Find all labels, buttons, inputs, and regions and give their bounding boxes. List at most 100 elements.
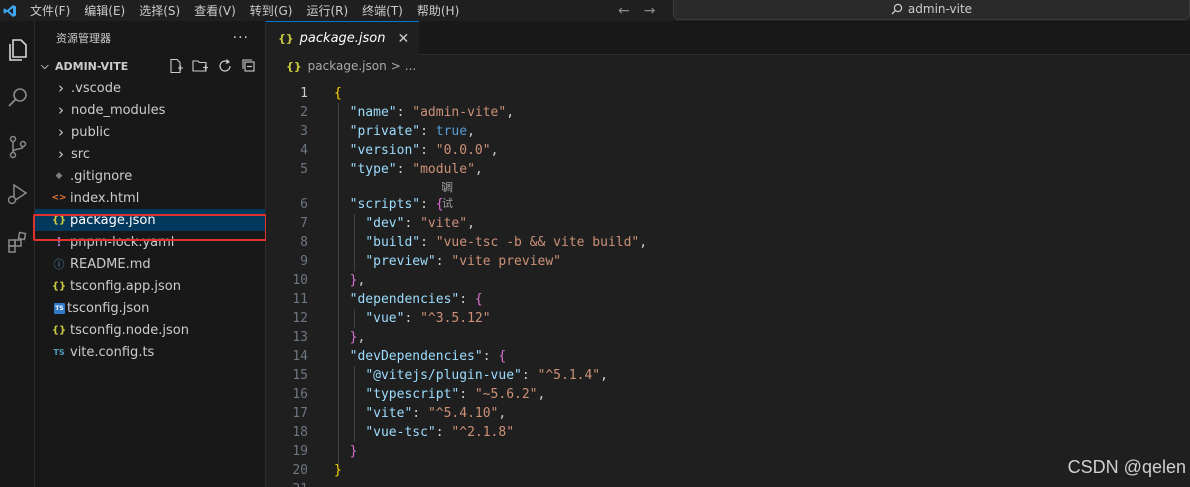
tree-file[interactable]: TS tsconfig.json [35, 297, 265, 319]
tree-folder-public[interactable]: › public [35, 121, 265, 143]
extensions-icon[interactable] [0, 227, 35, 257]
collapse-all-icon[interactable] [241, 58, 257, 74]
code-line: 5 "type": "module", [300, 162, 483, 177]
more-actions-icon[interactable]: ··· [233, 30, 249, 46]
typescript-file-icon: TS [53, 347, 65, 357]
codelens-debug[interactable]: ▷ 调试 [266, 179, 1190, 210]
code-line: 14 "devDependencies": { [292, 349, 507, 364]
menu-item[interactable]: 选择(S) [139, 2, 180, 19]
menu-item[interactable]: 帮助(H) [417, 2, 459, 19]
nav-arrows: ← → [618, 0, 655, 21]
tree-item-label: .gitignore [70, 168, 133, 184]
tree-item-label: tsconfig.app.json [70, 278, 181, 294]
code-line: 3 "private": true, [300, 124, 475, 139]
breadcrumb-file[interactable]: package.json [308, 59, 387, 73]
code-line: 8 "build": "vue-tsc -b && vite build", [300, 235, 648, 250]
activity-bar [0, 21, 35, 487]
breadcrumb: {} package.json > ... [266, 55, 1190, 77]
file-tree: › .vscode › node_modules › public › src ◆ .gitign… [35, 77, 265, 363]
source-control-icon[interactable] [0, 132, 35, 162]
command-center-text: admin-vite [907, 2, 973, 16]
json-file-icon: {} [278, 32, 294, 45]
editor-area: {} package.json ✕ {} package.json > ... … [266, 21, 1190, 487]
explorer-title: 资源管理器 [56, 32, 111, 45]
new-file-icon[interactable] [168, 58, 184, 74]
code-line: 21 [266, 480, 1190, 487]
tree-item-label: package.json [70, 212, 156, 228]
back-arrow-icon[interactable]: ← [618, 3, 630, 19]
code-line: 17 "vite": "^5.4.10", [292, 406, 507, 421]
tree-folder-src[interactable]: › src [35, 143, 265, 165]
code-line: 16 "typescript": "~5.6.2", [292, 387, 546, 402]
tree-folder-vscode[interactable]: › .vscode [35, 77, 265, 99]
tree-item-label: .vscode [71, 80, 121, 96]
close-tab-icon[interactable]: ✕ [398, 31, 410, 47]
code-line: 2 "name": "admin-vite", [300, 105, 515, 120]
code-line: 9 "preview": "vite preview" [300, 254, 561, 269]
refresh-icon[interactable] [217, 58, 233, 74]
menu-item[interactable]: 查看(V) [194, 2, 236, 19]
tree-file[interactable]: TS vite.config.ts [35, 341, 265, 363]
tree-item-label: pnpm-lock.yaml [70, 234, 175, 250]
tree-file[interactable]: ⓘ README.md [35, 253, 265, 275]
chevron-down-icon: ⌵ [41, 60, 49, 72]
tree-file[interactable]: {} package.json [35, 209, 265, 231]
tsconfig-file-icon: TS [54, 302, 65, 314]
tree-file[interactable]: {} tsconfig.app.json [35, 275, 265, 297]
menu-item[interactable]: 运行(R) [306, 2, 348, 19]
json-file-icon: {} [51, 214, 67, 226]
breadcrumb-rest[interactable]: ... [405, 59, 416, 73]
tree-item-label: vite.config.ts [70, 344, 155, 360]
watermark: CSDN @qelen [1067, 457, 1186, 477]
tree-item-label: node_modules [71, 102, 166, 118]
vscode-logo-icon[interactable] [0, 0, 20, 21]
tree-folder-nodemodules[interactable]: › node_modules [35, 99, 265, 121]
code-line: 15 "@vitejs/plugin-vue": "^5.1.4", [292, 368, 608, 383]
chevron-right-icon: › [58, 145, 64, 163]
folder-actions [168, 58, 257, 74]
tab-label: package.json [299, 31, 386, 46]
code-line: 6 "scripts": { [300, 197, 444, 212]
workspace-folder-label: ADMIN-VITE [55, 59, 129, 73]
code-line: 12 "vue": "^3.5.12" [292, 311, 491, 326]
chevron-right-icon: › [58, 101, 64, 119]
json-file-icon: {} [51, 324, 67, 336]
search-sidebar-icon[interactable] [0, 83, 35, 113]
forward-arrow-icon[interactable]: → [644, 3, 656, 19]
chevron-right-icon: › [58, 123, 64, 141]
yaml-file-icon: ! [56, 235, 62, 249]
code-line: 18 "vue-tsc": "^2.1.8" [292, 425, 515, 440]
code-line: 4 "version": "0.0.0", [300, 143, 499, 158]
menu-item[interactable]: 转到(G) [250, 2, 293, 19]
tree-file[interactable]: ! pnpm-lock.yaml [35, 231, 265, 253]
tree-file[interactable]: {} tsconfig.node.json [35, 319, 265, 341]
breadcrumb-separator: > [390, 59, 401, 73]
code-line: 1{ [300, 86, 342, 101]
tree-item-label: index.html [70, 190, 140, 206]
tab-package-json[interactable]: {} package.json ✕ [266, 21, 420, 55]
title-bar: 文件(F) 编辑(E) 选择(S) 查看(V) 转到(G) 运行(R) 终端(T) 帮助(H)… [0, 0, 1190, 21]
tree-item-label: src [71, 146, 90, 162]
explorer-icon[interactable] [0, 35, 35, 65]
command-center-search[interactable]: admin-vite [673, 0, 1190, 20]
search-icon [891, 3, 903, 15]
readme-info-icon: ⓘ [53, 258, 65, 271]
chevron-right-icon: › [58, 79, 64, 97]
tree-item-label: tsconfig.json [67, 300, 150, 316]
menu-item[interactable]: 终端(T) [362, 2, 403, 19]
explorer-sidebar: 资源管理器 ··· ⌵ ADMIN-VITE › .vscode › node_mod… [35, 21, 266, 487]
workspace-folder[interactable]: ⌵ ADMIN-VITE [35, 55, 265, 77]
code-line: 11 "dependencies": { [292, 292, 483, 307]
html-file-icon: <> [51, 193, 67, 203]
code-editor[interactable]: 1{ 2 "name": "admin-vite", 3 "private": … [266, 84, 1190, 487]
tree-file[interactable]: ◆ .gitignore [35, 165, 265, 187]
run-debug-icon[interactable] [0, 179, 35, 209]
tab-bar: {} package.json ✕ [266, 21, 1190, 55]
new-folder-icon[interactable] [192, 58, 209, 74]
menu-bar: 文件(F) 编辑(E) 选择(S) 查看(V) 转到(G) 运行(R) 终端(T) 帮助(H) [30, 2, 473, 19]
tree-file[interactable]: <> index.html [35, 187, 265, 209]
code-line: 10 }, [292, 273, 366, 288]
code-line: 13 }, [292, 330, 366, 345]
menu-item[interactable]: 文件(F) [30, 2, 70, 19]
menu-item[interactable]: 编辑(E) [84, 2, 125, 19]
